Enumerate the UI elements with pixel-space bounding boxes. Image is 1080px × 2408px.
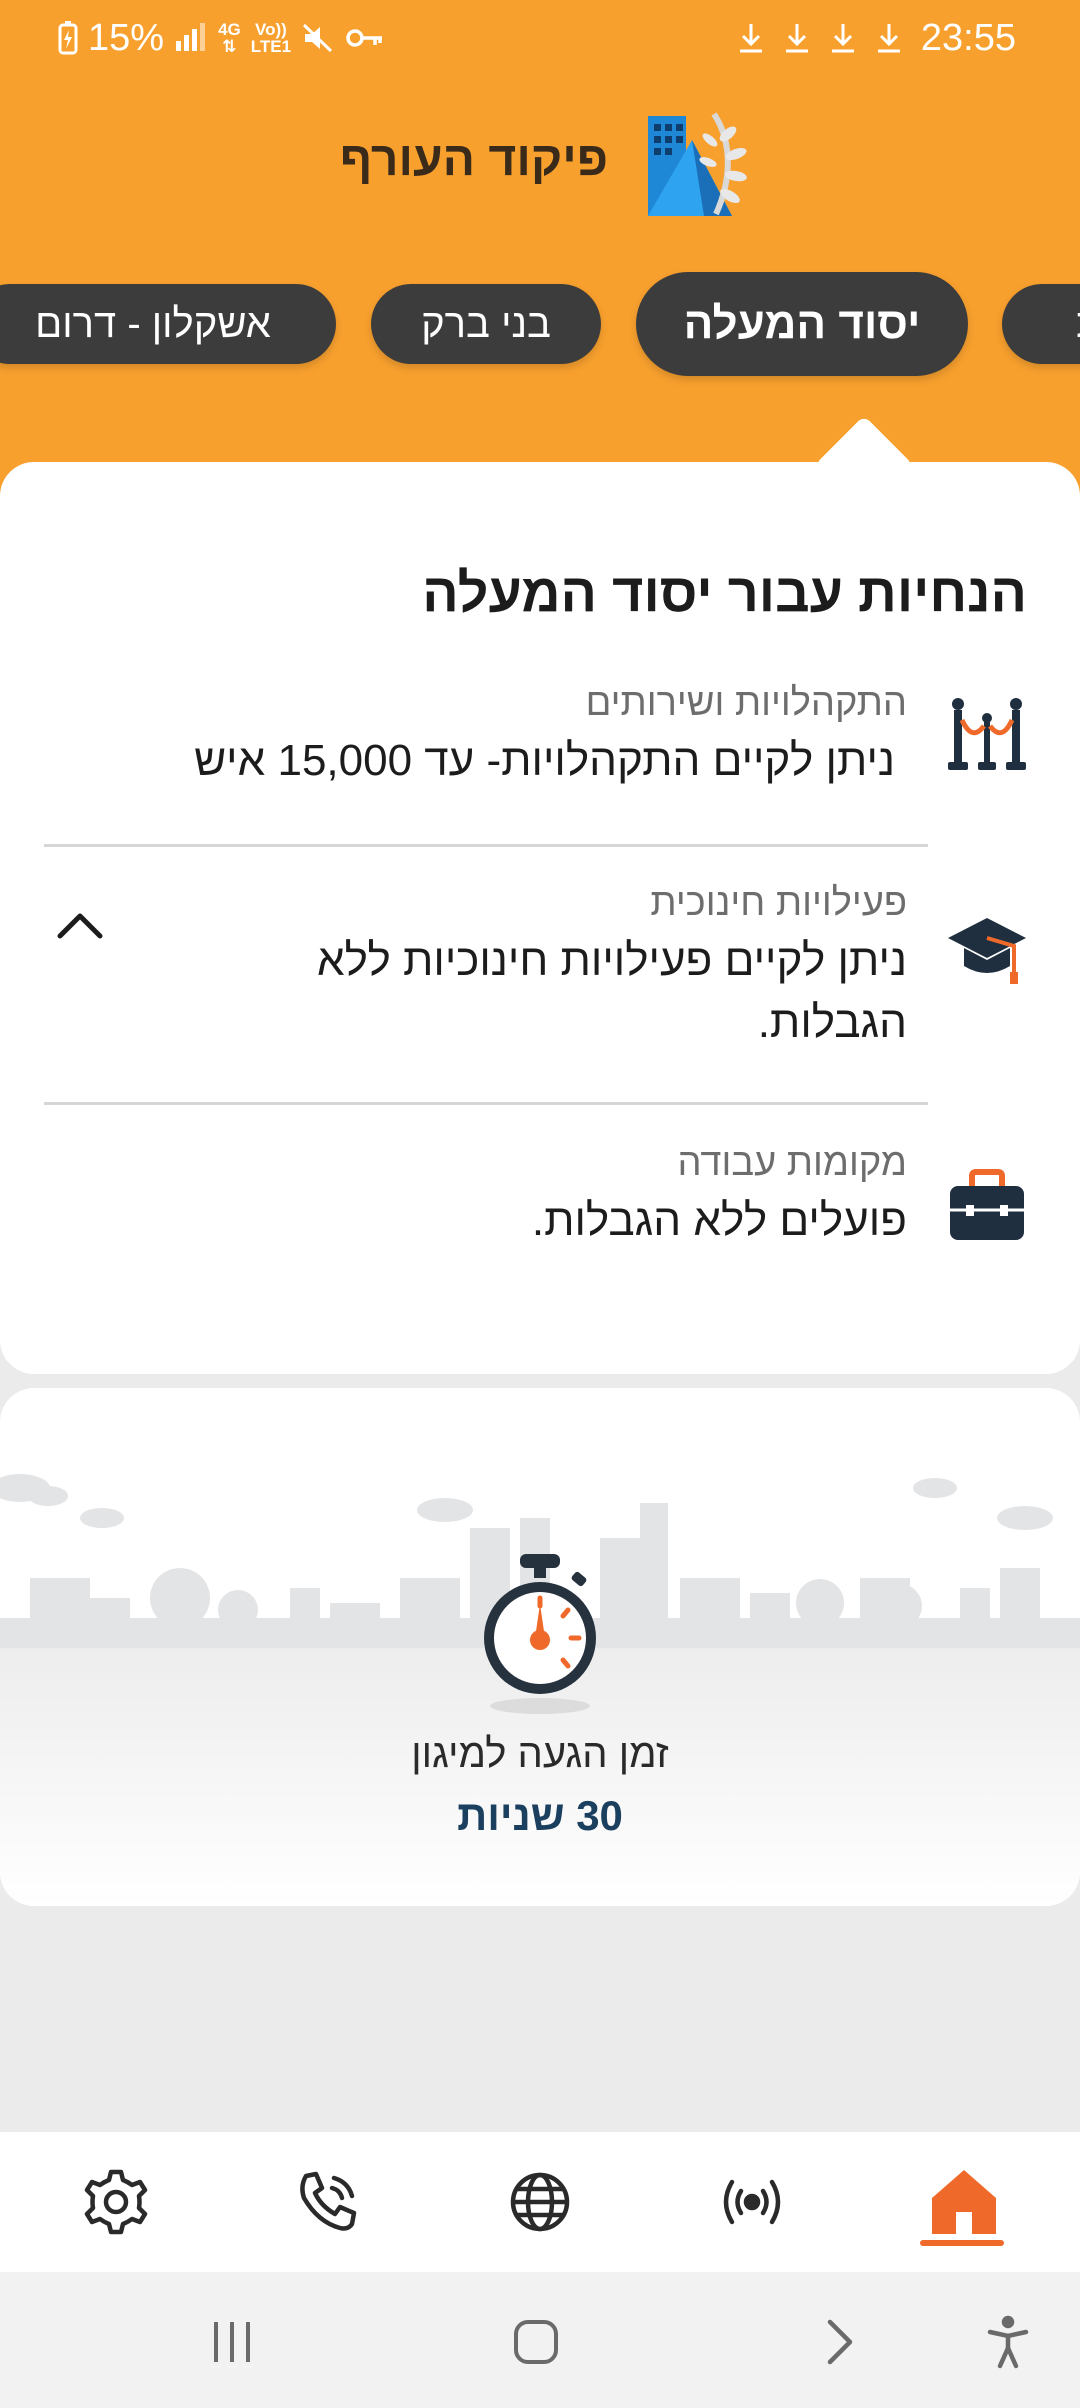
arrival-time-label: זמן הגעה למיגון (411, 1732, 669, 1776)
nav-globe-button[interactable] (502, 2164, 578, 2240)
status-right: 23:55 (737, 14, 1016, 62)
download-icon (875, 21, 903, 55)
download-icon (783, 21, 811, 55)
volte-line2: LTE1 (250, 37, 292, 56)
accessibility-icon[interactable] (978, 2312, 1038, 2372)
area-tabs: אשקלון - דרום בני ברק יסוד המעלה ת (0, 268, 1080, 388)
globe-icon (510, 2172, 570, 2232)
guidance-card: הנחיות עבור יסוד המעלה התקהלויות ושירותי… (0, 462, 1080, 1374)
volte-indicator: Vo)) LTE1 (251, 21, 291, 55)
arrival-time-value: 30 שניות (457, 1792, 623, 1839)
battery-icon (58, 21, 78, 55)
header-background (0, 0, 1080, 520)
stopwatch-icon (472, 1548, 608, 1718)
status-left: 15% 4G ⇅ Vo)) LTE1 (58, 14, 385, 62)
phone-icon (300, 2171, 357, 2231)
guidance-title: הנחיות עבור יסוד המעלה (422, 563, 1027, 623)
guidance-label: מקומות עבודה (677, 1142, 907, 1184)
stanchion-icon (944, 692, 1030, 778)
nav-phone-button[interactable] (290, 2164, 366, 2240)
nav-settings-button[interactable] (78, 2164, 154, 2240)
home-icon (932, 2170, 996, 2234)
recent-apps-icon[interactable] (202, 2312, 262, 2372)
app-header: פיקוד העורף (0, 100, 1080, 230)
status-bar: 15% 4G ⇅ Vo)) LTE1 23:55 (0, 0, 1080, 76)
tab-yesud-hamaala[interactable]: יסוד המעלה (636, 272, 968, 376)
arrival-time-card: זמן הגעה למיגון 30 שניות (0, 1388, 1080, 1906)
divider (44, 844, 928, 847)
guidance-row-workplaces: מקומות עבודה פועלים ללא הגבלות. (0, 1142, 1080, 1272)
clock: 23:55 (920, 16, 1016, 59)
briefcase-icon (944, 1164, 1030, 1250)
guidance-row-education[interactable]: פעילויות חינוכית ניתן לקיים פעילויות חינ… (0, 882, 1080, 1102)
nav-home-button[interactable] (926, 2164, 1002, 2240)
home-front-command-logo-icon (644, 104, 754, 224)
network-type: 4G ⇅ (218, 20, 241, 56)
active-nav-indicator (920, 2240, 1004, 2246)
signal-icon (174, 23, 208, 53)
app-title: פיקוד העורף (339, 133, 608, 186)
mute-icon (301, 22, 335, 54)
guidance-row-gatherings: התקהלויות ושירותים ניתן לקיים התקהלויות-… (0, 682, 1080, 812)
graduation-cap-icon (944, 908, 1030, 994)
download-icon (737, 21, 765, 55)
system-nav-bar (0, 2272, 1080, 2408)
download-icon (829, 21, 857, 55)
tab-ashkelon-south[interactable]: אשקלון - דרום (0, 284, 336, 364)
broadcast-icon (723, 2179, 781, 2225)
network-4g-label: 4G (218, 20, 241, 39)
chevron-up-icon[interactable] (54, 904, 106, 944)
bottom-nav (0, 2132, 1080, 2272)
battery-percent: 15% (88, 16, 165, 59)
guidance-value: ניתן לקיים פעילויות חינוכיות ללא הגבלות. (316, 936, 907, 1047)
gear-icon (84, 2169, 148, 2235)
tab-partial[interactable]: ת (1002, 284, 1080, 364)
guidance-label: פעילויות חינוכית (650, 882, 907, 924)
guidance-value: ניתן לקיים התקהלויות- עד 15,000 איש (194, 736, 895, 785)
nav-alerts-button[interactable] (714, 2164, 790, 2240)
divider (44, 1102, 928, 1105)
guidance-value: פועלים ללא הגבלות. (531, 1196, 907, 1245)
guidance-label: התקהלויות ושירותים (585, 682, 907, 724)
back-chevron-icon[interactable] (808, 2312, 868, 2372)
tab-bnei-brak[interactable]: בני ברק (371, 284, 601, 364)
vpn-key-icon (345, 26, 385, 50)
home-square-icon[interactable] (506, 2312, 566, 2372)
